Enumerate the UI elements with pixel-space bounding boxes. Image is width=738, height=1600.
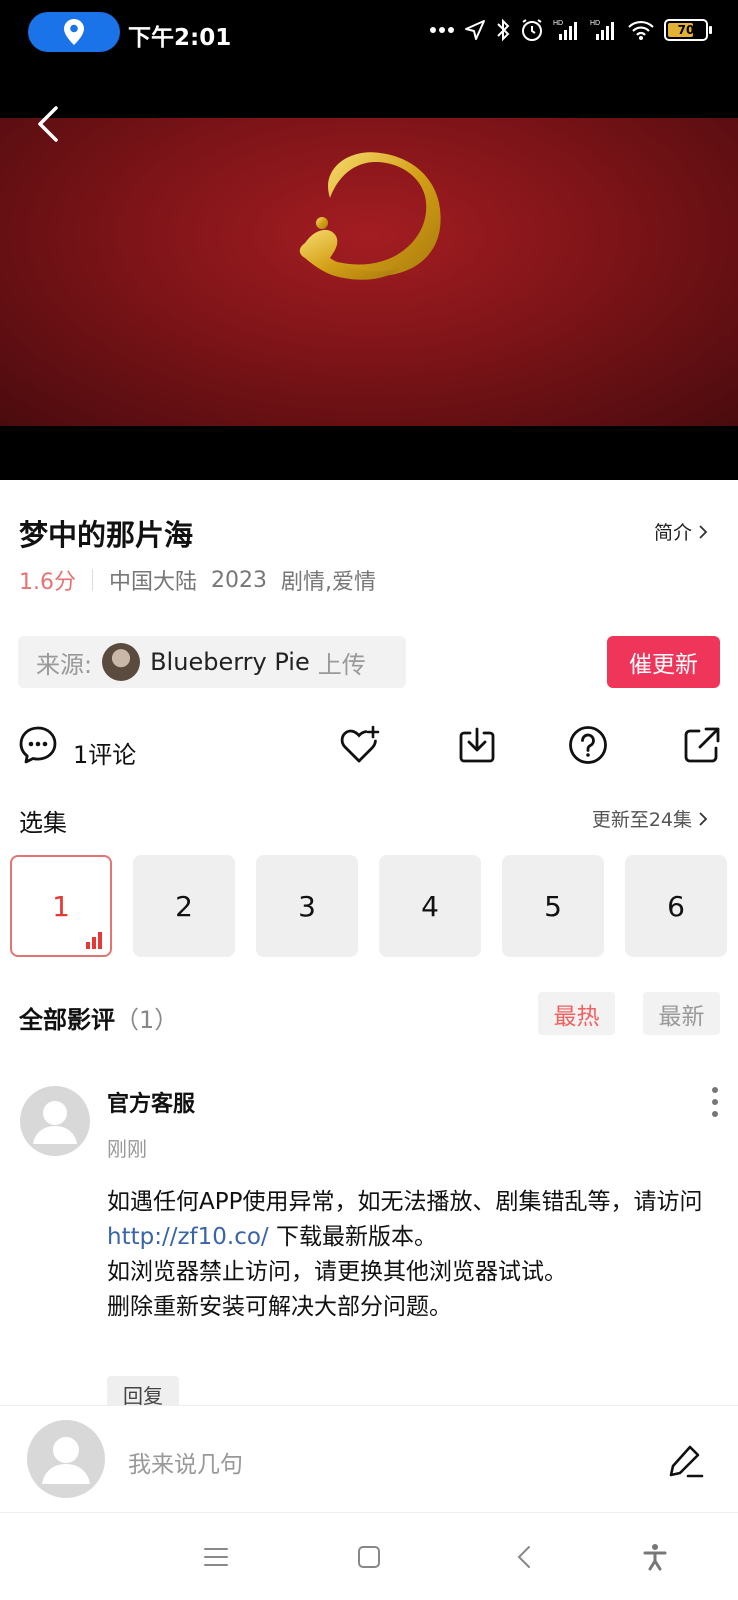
sort-hot-button[interactable]: 最热 — [538, 992, 615, 1035]
reviews-count: （1） — [115, 1006, 179, 1034]
episode-item[interactable]: 6 — [625, 855, 727, 957]
episode-item[interactable]: 4 — [379, 855, 481, 957]
avatar[interactable] — [20, 1086, 90, 1156]
intro-link[interactable]: 简介 — [654, 518, 708, 545]
svg-text:HD: HD — [553, 20, 563, 27]
show-year: 2023 — [211, 567, 268, 593]
video-frame[interactable] — [0, 118, 738, 426]
back-arrow-icon[interactable] — [30, 102, 70, 146]
uploader-name[interactable]: Blueberry Pie — [150, 648, 310, 676]
episodes-header: 选集 — [19, 809, 67, 837]
review-line: 如浏览器禁止访问，请更换其他浏览器试试。 — [107, 1259, 567, 1285]
system-nav-bar — [0, 1512, 738, 1600]
menu-icon[interactable] — [202, 1543, 230, 1571]
signal-hd-icon: HD — [590, 20, 614, 40]
reviews-title-text: 全部影评 — [19, 1006, 115, 1034]
comment-input[interactable]: 我来说几句 — [128, 1445, 243, 1479]
alarm-icon — [522, 19, 542, 41]
battery-level: 70 — [677, 23, 695, 37]
review-line-tail: 下载最新版本。 — [268, 1224, 437, 1250]
bluetooth-icon — [497, 18, 510, 42]
default-avatar-icon — [42, 1437, 90, 1484]
video-player[interactable] — [0, 70, 738, 480]
avatar[interactable] — [27, 1420, 105, 1498]
source-info[interactable]: 来源: Blueberry Pie 上传 — [18, 636, 406, 688]
comment-icon[interactable] — [18, 725, 58, 765]
reviews-title: 全部影评（1） — [19, 1000, 178, 1035]
show-meta: 1.6分 中国大陆 2023 剧情,爱情 — [19, 564, 390, 596]
uploader-avatar[interactable] — [102, 643, 141, 681]
show-title: 梦中的那片海 — [19, 518, 194, 552]
review-line: 如遇任何APP使用异常，如无法播放、剧集错乱等，请访问 — [107, 1189, 703, 1215]
navigation-icon — [465, 20, 485, 40]
episode-item[interactable]: 3 — [256, 855, 358, 957]
source-label: 来源: — [36, 650, 93, 679]
favorite-add-icon[interactable] — [340, 725, 382, 765]
more-vertical-icon[interactable] — [709, 1086, 721, 1118]
episodes-more[interactable]: 更新至24集 — [592, 805, 708, 832]
review-body: 如遇任何APP使用异常，如无法播放、剧集错乱等，请访问 http://zf10.… — [107, 1185, 707, 1325]
comment-count[interactable]: 1评论 — [73, 735, 136, 770]
episode-number: 5 — [544, 889, 562, 923]
intro-label: 简介 — [653, 522, 692, 544]
comment-input-bar: 我来说几句 — [0, 1405, 738, 1512]
episode-number: 3 — [298, 889, 316, 923]
battery-icon: 70 — [664, 19, 712, 41]
upload-suffix: 上传 — [317, 650, 366, 679]
review-line: 删除重新安装可解决大部分问题。 — [107, 1294, 452, 1320]
download-icon[interactable] — [457, 725, 497, 765]
status-icons: HD HD 70 — [429, 18, 712, 42]
show-score: 1.6分 — [19, 570, 76, 595]
location-indicator[interactable] — [28, 12, 120, 52]
signal-hd-icon: HD — [553, 20, 577, 40]
status-bar: 下午2:01 HD HD 70 — [0, 0, 738, 70]
playing-bars-icon — [86, 932, 102, 949]
episode-list: 1 2 3 4 5 6 — [10, 855, 727, 957]
show-genre: 剧情,爱情 — [281, 570, 377, 595]
urge-update-button[interactable]: 催更新 — [607, 636, 720, 688]
svg-text:HD: HD — [590, 20, 600, 27]
episode-number: 4 — [421, 889, 439, 923]
episodes-update-label: 更新至24集 — [591, 809, 692, 831]
meta-divider — [92, 569, 93, 591]
flying-apsara-logo — [299, 152, 441, 280]
wifi-icon — [628, 20, 654, 40]
default-avatar-icon — [33, 1101, 77, 1144]
chevron-right-icon — [699, 811, 708, 826]
chevron-right-icon — [699, 524, 708, 539]
episode-item[interactable]: 5 — [502, 855, 604, 957]
review-username[interactable]: 官方客服 — [107, 1086, 195, 1118]
accessibility-icon[interactable] — [641, 1543, 669, 1571]
action-row: 1评论 — [0, 725, 738, 775]
review-link[interactable]: http://zf10.co/ — [107, 1224, 269, 1250]
episode-number: 6 — [667, 889, 685, 923]
edit-icon[interactable] — [668, 1442, 704, 1478]
episode-item[interactable]: 1 — [10, 855, 112, 957]
more-dots-icon — [430, 27, 454, 33]
status-time: 下午2:01 — [128, 25, 232, 51]
sort-new-button[interactable]: 最新 — [643, 992, 720, 1035]
share-icon[interactable] — [682, 725, 722, 765]
help-icon[interactable] — [568, 725, 608, 765]
back-icon[interactable] — [511, 1543, 539, 1571]
episode-number: 1 — [52, 889, 70, 923]
review-time: 刚刚 — [107, 1137, 147, 1161]
location-pin-icon — [64, 19, 84, 45]
episode-item[interactable]: 2 — [133, 855, 235, 957]
review-line: http://zf10.co/ 下载最新版本。 — [107, 1220, 707, 1255]
episode-number: 2 — [175, 889, 193, 923]
show-region: 中国大陆 — [109, 570, 198, 595]
home-icon[interactable] — [355, 1543, 383, 1571]
